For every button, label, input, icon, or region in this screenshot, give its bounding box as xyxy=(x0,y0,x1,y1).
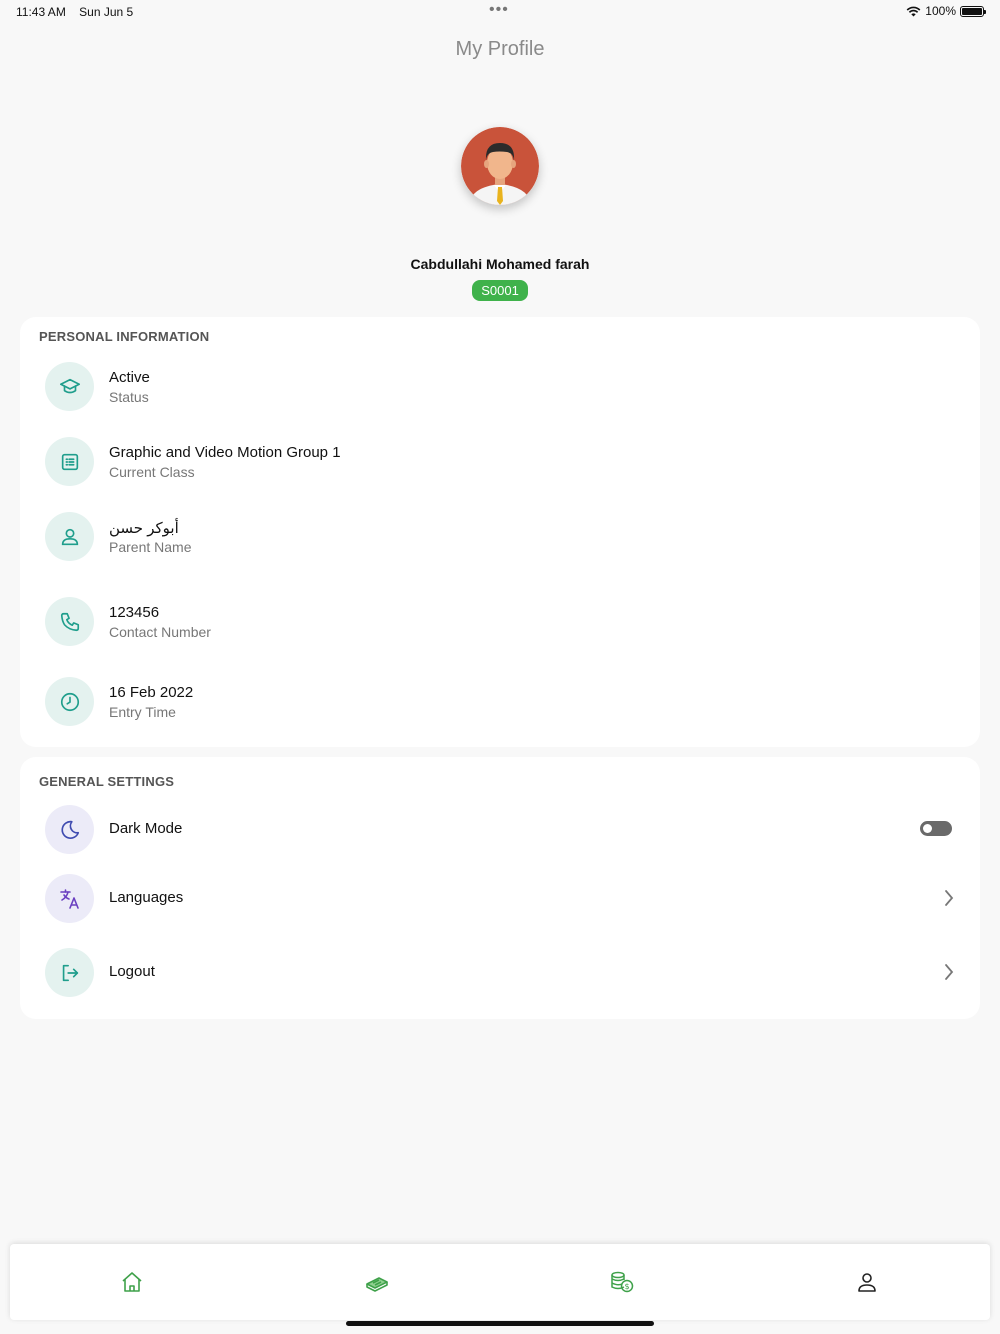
book-icon xyxy=(366,1277,388,1292)
section-title-personal: PERSONAL INFORMATION xyxy=(39,329,210,344)
current-class-value: Graphic and Video Motion Group 1 xyxy=(109,444,341,461)
user-icon xyxy=(61,528,78,545)
translate-icon xyxy=(59,888,79,909)
chevron-right-icon[interactable] xyxy=(943,962,955,982)
logout-icon xyxy=(62,964,78,981)
status-time: 11:43 AM xyxy=(16,5,66,19)
status-label: Status xyxy=(109,389,149,405)
info-row-entry-time: 16 Feb 2022 Entry Time xyxy=(45,677,955,727)
status-bar: 11:43 AM Sun Jun 5 ••• 100% xyxy=(0,0,1000,26)
tab-courses[interactable] xyxy=(362,1268,392,1296)
phone-icon xyxy=(60,612,79,631)
clock-icon xyxy=(60,692,79,711)
tab-payments[interactable]: $ xyxy=(607,1268,637,1296)
home-icon xyxy=(122,1272,142,1292)
personal-information-card: PERSONAL INFORMATION Active Status Graph… xyxy=(20,317,980,747)
tab-home[interactable] xyxy=(117,1268,147,1296)
page-title: My Profile xyxy=(455,38,545,60)
info-row-status: Active Status xyxy=(45,362,955,412)
avatar[interactable] xyxy=(461,127,539,205)
dark-mode-label: Dark Mode xyxy=(109,820,183,837)
info-row-contact-number: 123456 Contact Number xyxy=(45,597,955,647)
contact-number-value: 123456 xyxy=(109,604,160,621)
contact-number-label: Contact Number xyxy=(109,624,211,640)
graduation-cap-icon xyxy=(59,378,80,393)
user-name: Cabdullahi Mohamed farah xyxy=(410,256,590,272)
class-list-icon xyxy=(61,453,78,470)
home-indicator[interactable] xyxy=(346,1321,654,1326)
status-value: Active xyxy=(109,369,150,386)
coins-icon: $ xyxy=(611,1271,634,1293)
avatar-illustration xyxy=(461,127,539,205)
status-date: Sun Jun 5 xyxy=(79,5,134,19)
svg-text:$: $ xyxy=(624,1282,629,1291)
parent-name-label: Parent Name xyxy=(109,539,192,555)
logout-label: Logout xyxy=(109,963,155,980)
tab-profile[interactable] xyxy=(852,1268,882,1296)
info-row-current-class: Graphic and Video Motion Group 1 Current… xyxy=(45,437,955,487)
bottom-tab-bar: $ xyxy=(10,1244,990,1320)
battery-percent: 100% xyxy=(925,4,956,18)
wifi-icon xyxy=(906,6,921,16)
general-settings-card: GENERAL SETTINGS Dark Mode Languages Log… xyxy=(20,757,980,1019)
parent-name-value: أبوكر حسن xyxy=(109,520,179,537)
chevron-right-icon[interactable] xyxy=(943,888,955,908)
profile-icon xyxy=(858,1273,876,1292)
info-row-parent-name: أبوكر حسن Parent Name xyxy=(45,512,955,562)
battery-icon xyxy=(960,5,986,17)
settings-row-dark-mode[interactable]: Dark Mode xyxy=(45,805,955,855)
section-title-settings: GENERAL SETTINGS xyxy=(39,774,175,789)
languages-label: Languages xyxy=(109,889,184,906)
multitasking-dots-icon[interactable]: ••• xyxy=(489,2,509,18)
entry-time-label: Entry Time xyxy=(109,704,176,720)
entry-time-value: 16 Feb 2022 xyxy=(109,684,194,701)
dark-mode-toggle[interactable] xyxy=(920,821,952,836)
current-class-label: Current Class xyxy=(109,464,195,480)
student-id-badge: S0001 xyxy=(472,280,528,301)
settings-row-languages[interactable]: Languages xyxy=(45,874,955,924)
moon-icon xyxy=(60,820,79,839)
settings-row-logout[interactable]: Logout xyxy=(45,948,955,998)
